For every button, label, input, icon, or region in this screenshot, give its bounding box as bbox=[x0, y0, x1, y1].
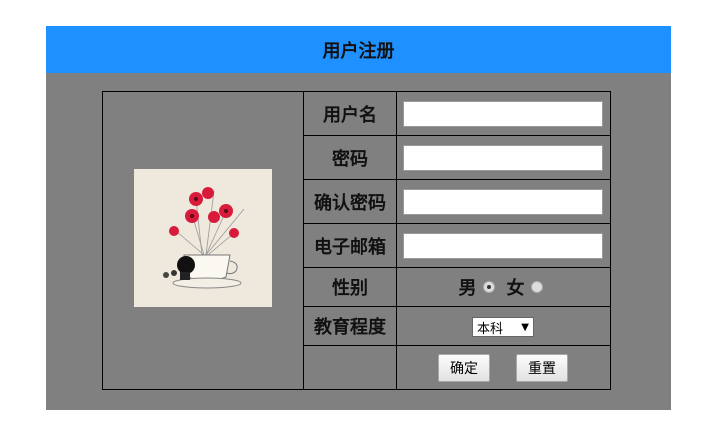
password-label: 密码 bbox=[304, 136, 397, 179]
actions-empty-label bbox=[304, 346, 397, 389]
flower-cup-illustration bbox=[134, 169, 272, 307]
education-select-value: 本科 bbox=[477, 321, 504, 337]
username-label: 用户名 bbox=[304, 92, 397, 135]
row-password: 密码 bbox=[304, 136, 610, 180]
username-input[interactable] bbox=[403, 101, 603, 127]
gender-male-radio[interactable] bbox=[482, 281, 495, 293]
submit-button[interactable]: 确定 bbox=[438, 354, 490, 382]
page-title: 用户注册 bbox=[46, 26, 671, 73]
registration-panel: 用户注册 用户名 密码 确认密码 电子邮箱 性别 男 女 教育程度 本科 ▼ 确… bbox=[46, 26, 671, 410]
row-confirm-password: 确认密码 bbox=[304, 180, 610, 224]
row-actions: 确定 重置 bbox=[304, 346, 610, 389]
confirm-password-label: 确认密码 bbox=[304, 180, 397, 223]
chevron-down-icon: ▼ bbox=[521, 321, 529, 333]
illustration-image bbox=[134, 169, 272, 307]
email-input[interactable] bbox=[403, 233, 603, 259]
row-education: 教育程度 本科 ▼ bbox=[304, 307, 610, 346]
gender-female-radio[interactable] bbox=[530, 281, 543, 293]
row-username: 用户名 bbox=[304, 92, 610, 136]
reset-button[interactable]: 重置 bbox=[516, 354, 568, 382]
row-email: 电子邮箱 bbox=[304, 224, 610, 268]
gender-female-label: 女 bbox=[506, 278, 525, 299]
education-select[interactable]: 本科 ▼ bbox=[472, 317, 534, 337]
email-label: 电子邮箱 bbox=[304, 224, 397, 267]
gender-male-label: 男 bbox=[458, 278, 477, 299]
row-gender: 性别 男 女 bbox=[304, 268, 610, 307]
gender-label: 性别 bbox=[304, 268, 397, 306]
education-label: 教育程度 bbox=[304, 307, 397, 345]
image-cell bbox=[103, 92, 304, 389]
confirm-password-input[interactable] bbox=[403, 189, 603, 215]
password-input[interactable] bbox=[403, 145, 603, 171]
registration-form: 用户名 密码 确认密码 电子邮箱 性别 男 女 教育程度 本科 ▼ 确定 重置 bbox=[102, 91, 611, 390]
